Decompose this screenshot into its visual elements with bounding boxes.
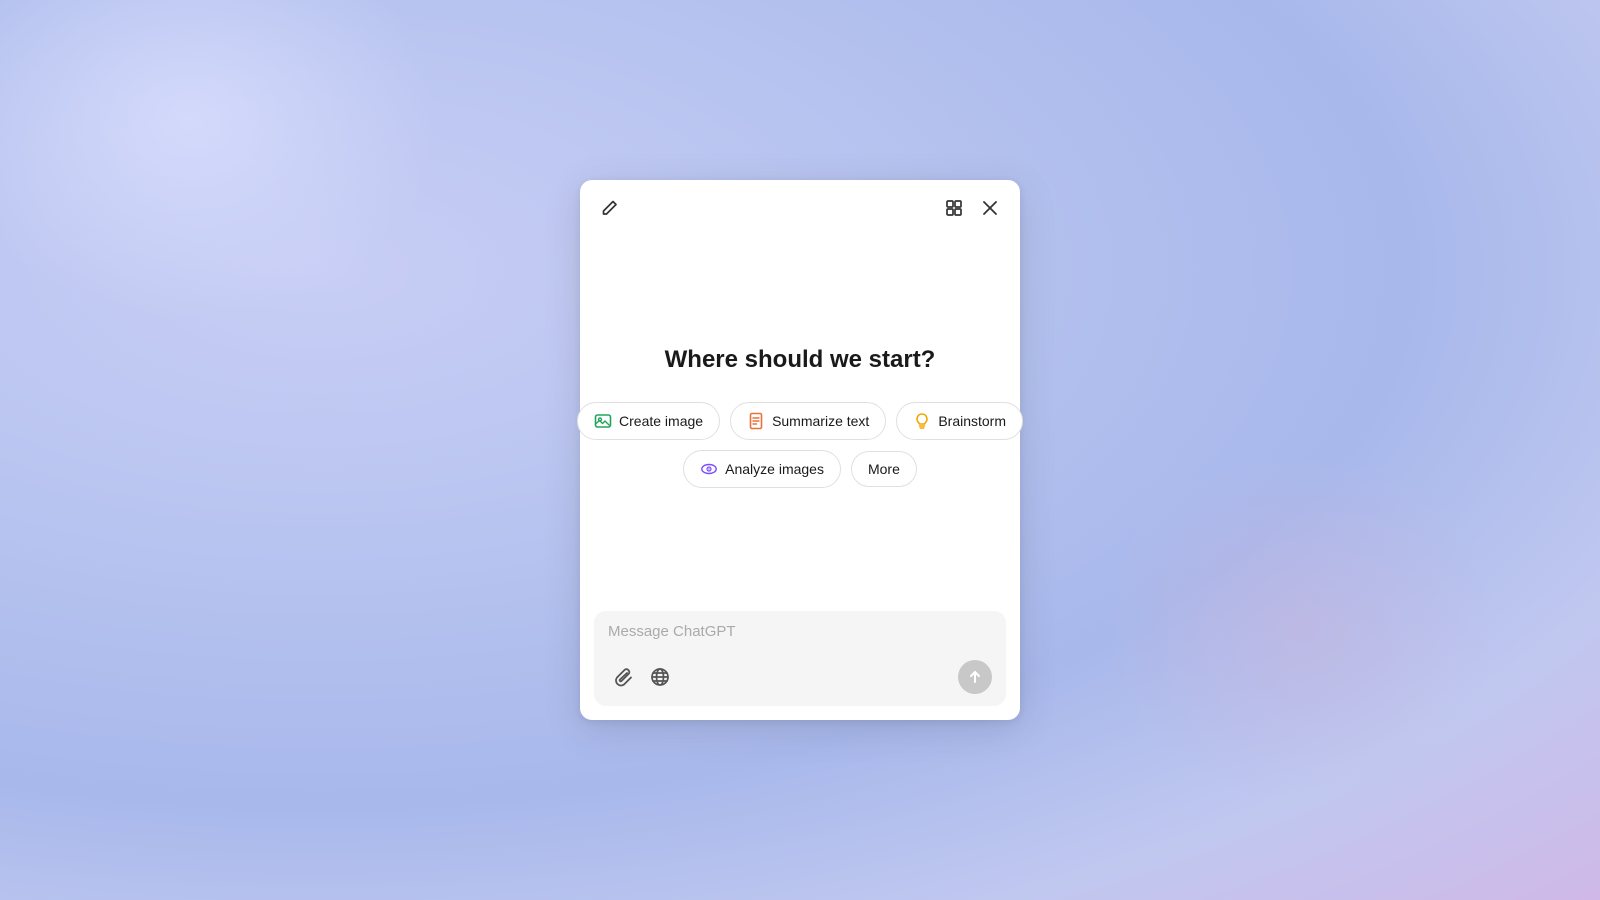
send-icon xyxy=(967,669,983,685)
close-button[interactable] xyxy=(976,194,1004,222)
create-image-chip[interactable]: Create image xyxy=(577,402,720,440)
analyze-images-label: Analyze images xyxy=(725,461,824,477)
new-chat-button[interactable] xyxy=(596,194,624,222)
expand-icon xyxy=(945,199,963,217)
input-toolbar xyxy=(608,660,992,694)
summarize-text-chip[interactable]: Summarize text xyxy=(730,402,886,440)
lightbulb-icon xyxy=(913,412,931,430)
title-bar-right xyxy=(940,194,1004,222)
summarize-text-label: Summarize text xyxy=(772,413,869,429)
image-icon xyxy=(594,412,612,430)
chat-window: Where should we start? Create image xyxy=(580,180,1020,720)
brainstorm-label: Brainstorm xyxy=(938,413,1006,429)
close-icon xyxy=(982,200,998,216)
suggestion-row-2: Analyze images More xyxy=(683,450,917,488)
more-label: More xyxy=(868,461,900,477)
title-bar-left xyxy=(596,194,624,222)
expand-button[interactable] xyxy=(940,194,968,222)
brainstorm-chip[interactable]: Brainstorm xyxy=(896,402,1023,440)
globe-button[interactable] xyxy=(644,661,676,693)
suggestions-container: Create image Summarize text xyxy=(577,402,1023,488)
globe-icon xyxy=(650,667,670,687)
analyze-images-chip[interactable]: Analyze images xyxy=(683,450,841,488)
main-content: Where should we start? Create image xyxy=(580,222,1020,611)
edit-icon xyxy=(601,199,619,217)
title-bar xyxy=(580,180,1020,222)
message-input[interactable] xyxy=(608,623,992,645)
create-image-label: Create image xyxy=(619,413,703,429)
input-area xyxy=(594,611,1006,706)
document-icon xyxy=(747,412,765,430)
send-button[interactable] xyxy=(958,660,992,694)
attach-button[interactable] xyxy=(608,661,640,693)
main-heading: Where should we start? xyxy=(665,346,936,374)
paperclip-icon xyxy=(614,667,634,687)
more-chip[interactable]: More xyxy=(851,451,917,487)
eye-icon xyxy=(700,460,718,478)
suggestion-row-1: Create image Summarize text xyxy=(577,402,1023,440)
